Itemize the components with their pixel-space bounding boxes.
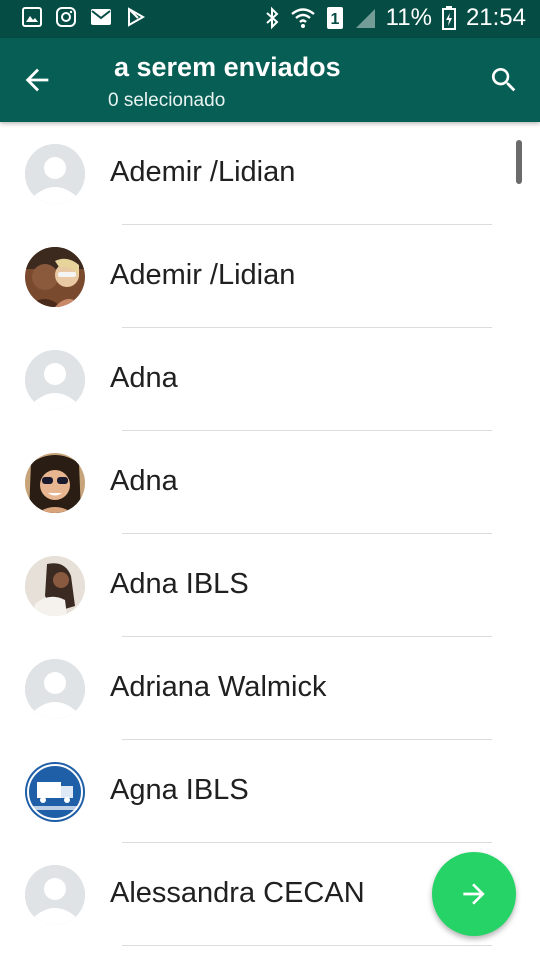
page-title: a serem enviados <box>114 52 341 82</box>
arrow-forward-icon <box>463 883 485 905</box>
default-avatar-icon <box>25 865 85 925</box>
search-icon[interactable] <box>488 64 520 96</box>
bluetooth-icon <box>266 6 279 30</box>
contact-row[interactable]: Adna <box>0 328 540 431</box>
app-bar: a serem enviados 0 selecionado <box>0 38 540 122</box>
contact-row[interactable]: Ademir /Lidian <box>0 122 540 225</box>
signal-icon <box>355 9 375 28</box>
battery-percentage: 11% <box>385 4 432 31</box>
contact-row[interactable]: Adna <box>0 431 540 534</box>
contact-name: Ademir /Lidian <box>110 156 296 188</box>
contact-row[interactable]: Adriana Walmick <box>0 637 540 740</box>
battery-icon <box>441 6 456 30</box>
default-avatar-icon <box>25 144 85 204</box>
play-store-icon <box>128 7 146 27</box>
gallery-icon <box>22 7 42 27</box>
send-forward-button[interactable] <box>432 852 516 936</box>
contact-list: Ademir /Lidian Ademir /Lidian Adna Adna … <box>0 122 540 946</box>
instagram-icon <box>56 7 76 27</box>
contact-name: Adna IBLS <box>110 568 249 600</box>
contact-name: Adna <box>110 362 178 394</box>
scrollbar[interactable] <box>516 140 522 184</box>
photo-person-avatar <box>25 556 85 616</box>
arrow-back-icon[interactable] <box>20 63 54 97</box>
contact-row[interactable]: Ademir /Lidian <box>0 225 540 328</box>
divider <box>122 945 492 946</box>
photo-truck-logo-avatar <box>25 762 85 822</box>
contact-name: Adriana Walmick <box>110 671 327 703</box>
contact-name: Adna <box>110 465 178 497</box>
contact-name: Agna IBLS <box>110 774 249 806</box>
default-avatar-icon <box>25 350 85 410</box>
sim-1-icon: 1 <box>326 7 343 29</box>
photo-couple-avatar <box>25 247 85 307</box>
mail-icon <box>91 9 111 25</box>
contact-row[interactable]: Adna IBLS <box>0 534 540 637</box>
svg-text:1: 1 <box>330 11 339 28</box>
photo-woman-sunglasses-avatar <box>25 453 85 513</box>
wifi-icon <box>290 8 315 28</box>
contact-name: Ademir /Lidian <box>110 259 296 291</box>
clock: 21:54 <box>465 4 526 31</box>
status-bar: 1 11% 21:54 <box>0 0 540 38</box>
default-avatar-icon <box>25 659 85 719</box>
contact-row[interactable]: Agna IBLS <box>0 740 540 843</box>
selection-count: 0 selecionado <box>108 90 226 111</box>
contact-name: Alessandra CECAN <box>110 877 365 909</box>
